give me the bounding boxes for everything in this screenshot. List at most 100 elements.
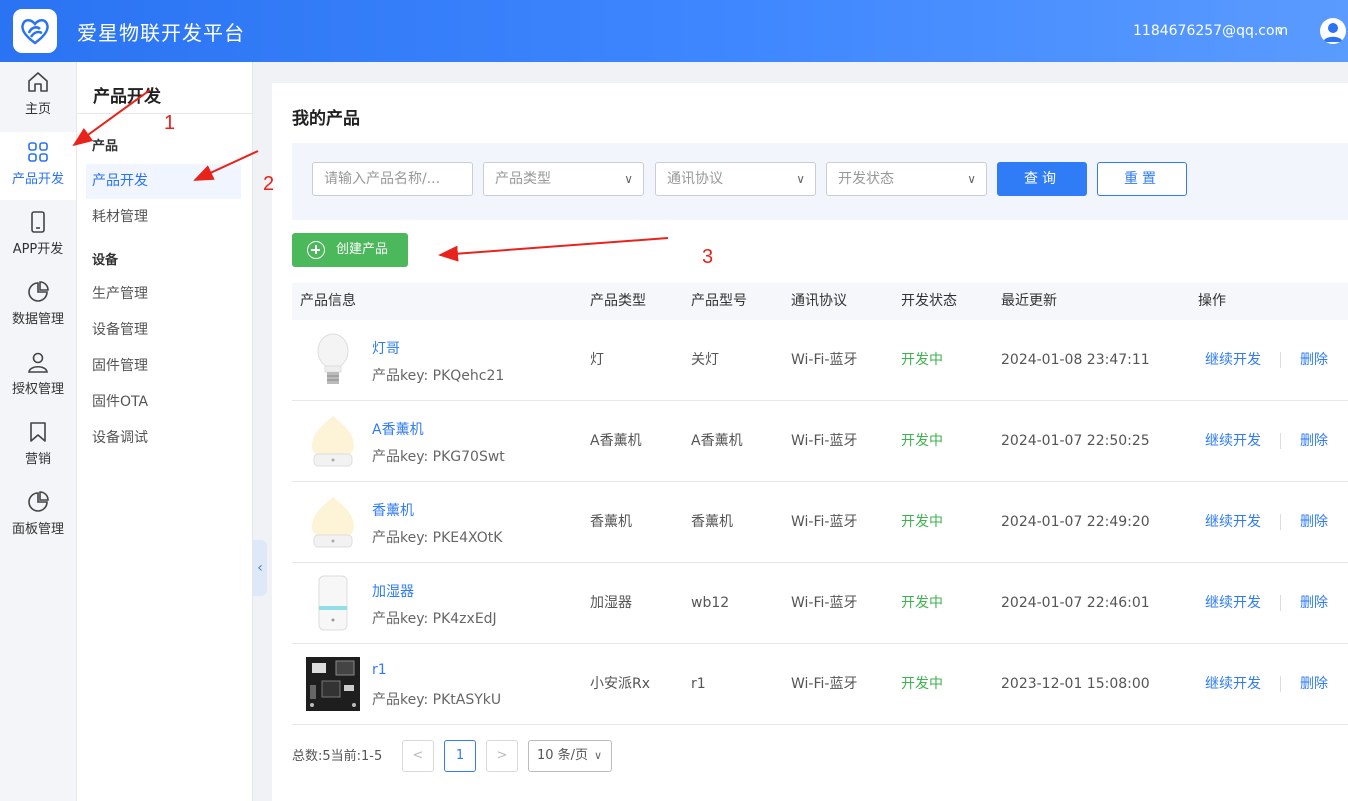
delete-link[interactable]: 删除 bbox=[1300, 482, 1328, 562]
continue-dev-link[interactable]: 继续开发 bbox=[1205, 644, 1261, 724]
product-type: A香薰机 bbox=[590, 433, 642, 449]
subnav-item-product-dev[interactable]: 产品开发 bbox=[86, 164, 241, 199]
continue-dev-link[interactable]: 继续开发 bbox=[1205, 482, 1261, 562]
delete-link[interactable]: 删除 bbox=[1300, 563, 1328, 643]
nav-item-product-dev[interactable]: 产品开发 bbox=[0, 132, 76, 200]
nav-label: 授权管理 bbox=[11, 382, 64, 397]
chevron-down-icon: ∨ bbox=[593, 749, 602, 762]
avatar[interactable] bbox=[1320, 18, 1346, 44]
protocol-select[interactable]: 通讯协议 ∨ bbox=[655, 162, 816, 196]
product-type: 灯 bbox=[590, 352, 604, 368]
subnav-item-consumables[interactable]: 耗材管理 bbox=[86, 200, 241, 235]
product-type-select[interactable]: 产品类型 ∨ bbox=[483, 162, 644, 196]
product-name-link[interactable]: r1 bbox=[372, 662, 387, 678]
col-product-type: 产品类型 bbox=[590, 293, 646, 309]
protocol: Wi-Fi-蓝牙 bbox=[791, 595, 858, 611]
product-key: 产品key: PKQehc21 bbox=[372, 368, 505, 384]
nav-label: 营销 bbox=[24, 452, 51, 467]
app-title: 爱星物联开发平台 bbox=[77, 21, 245, 45]
status-badge: 开发中 bbox=[901, 514, 943, 530]
chevron-down-icon: ∨ bbox=[624, 172, 633, 186]
bookmark-icon bbox=[30, 422, 46, 442]
user-email-menu[interactable]: 1184676257@qq.com bbox=[1133, 23, 1288, 39]
filter-bar: 请输入产品名称/... 产品类型 ∨ 通讯协议 ∨ 开发状态 ∨ 查询 重置 bbox=[292, 143, 1348, 220]
updated-time: 2024-01-08 23:47:11 bbox=[1001, 352, 1150, 368]
plus-circle-icon bbox=[307, 241, 325, 259]
subnav-item-firmware-ota[interactable]: 固件OTA bbox=[86, 385, 241, 420]
updated-time: 2024-01-07 22:49:20 bbox=[1001, 514, 1150, 530]
product-name-link[interactable]: 灯哥 bbox=[372, 338, 400, 358]
status-badge: 开发中 bbox=[901, 352, 943, 368]
delete-link[interactable]: 删除 bbox=[1300, 401, 1328, 481]
divider bbox=[1280, 595, 1281, 611]
protocol: Wi-Fi-蓝牙 bbox=[791, 433, 858, 449]
delete-link[interactable]: 删除 bbox=[1300, 320, 1328, 400]
nav-item-data[interactable]: 数据管理 bbox=[0, 272, 76, 340]
continue-dev-link[interactable]: 继续开发 bbox=[1205, 401, 1261, 481]
annotation-number: 2 bbox=[263, 173, 275, 195]
subnav-item-devices[interactable]: 设备管理 bbox=[86, 313, 241, 348]
chevron-down-icon: ∨ bbox=[796, 172, 805, 186]
divider bbox=[1280, 676, 1281, 692]
next-page-button[interactable]: > bbox=[486, 740, 518, 772]
dev-status-select[interactable]: 开发状态 ∨ bbox=[826, 162, 987, 196]
table-row: 香薰机 产品key: PKE4XOtK 香薰机 香薰机 Wi-Fi-蓝牙 开发中… bbox=[292, 482, 1348, 563]
humidifier-image bbox=[318, 575, 348, 631]
product-name-link[interactable]: A香薰机 bbox=[372, 419, 424, 439]
col-actions: 操作 bbox=[1198, 293, 1226, 309]
product-model: A香薰机 bbox=[691, 433, 743, 449]
col-product-info: 产品信息 bbox=[300, 293, 356, 309]
reset-button[interactable]: 重置 bbox=[1097, 162, 1187, 196]
pie-chart-icon bbox=[28, 281, 49, 302]
heart-logo-icon bbox=[21, 19, 49, 45]
diffuser-image bbox=[312, 416, 354, 467]
table-row: r1 产品key: PKtASYkU 小安派Rx r1 Wi-Fi-蓝牙 开发中… bbox=[292, 644, 1348, 725]
annotation-number: 1 bbox=[164, 112, 176, 134]
product-type: 小安派Rx bbox=[590, 676, 651, 692]
home-icon bbox=[28, 72, 48, 92]
main-card: 我的产品 请输入产品名称/... 产品类型 ∨ 通讯协议 ∨ 开发状态 ∨ 查询… bbox=[272, 83, 1348, 801]
phone-icon bbox=[31, 211, 45, 233]
diffuser-image bbox=[312, 497, 354, 548]
nav-item-marketing[interactable]: 营销 bbox=[0, 412, 76, 480]
query-button[interactable]: 查询 bbox=[997, 162, 1087, 196]
product-name-input[interactable]: 请输入产品名称/... bbox=[312, 162, 473, 196]
product-name-link[interactable]: 加湿器 bbox=[372, 581, 414, 601]
nav-label: 面板管理 bbox=[11, 522, 64, 537]
circuit-board-image bbox=[306, 657, 360, 711]
subnav-group-product: 产品 bbox=[92, 139, 119, 154]
product-key: 产品key: PKG70Swt bbox=[372, 449, 505, 465]
page-1-button[interactable]: 1 bbox=[444, 740, 476, 772]
chevron-down-icon[interactable]: ∨ bbox=[1276, 24, 1284, 37]
page-title: 我的产品 bbox=[292, 109, 360, 129]
product-key: 产品key: PKtASYkU bbox=[372, 692, 502, 708]
table-row: A香薰机 产品key: PKG70Swt A香薰机 A香薰机 Wi-Fi-蓝牙 … bbox=[292, 401, 1348, 482]
continue-dev-link[interactable]: 继续开发 bbox=[1205, 563, 1261, 643]
pagination-total: 总数:5当前:1-5 bbox=[292, 749, 383, 764]
create-product-button[interactable]: 创建产品 bbox=[292, 233, 408, 267]
nav-item-auth[interactable]: 授权管理 bbox=[0, 342, 76, 410]
updated-time: 2023-12-01 15:08:00 bbox=[1001, 676, 1150, 692]
col-updated: 最近更新 bbox=[1001, 293, 1057, 309]
nav-item-home[interactable]: 主页 bbox=[0, 62, 76, 130]
subnav-item-firmware[interactable]: 固件管理 bbox=[86, 349, 241, 384]
product-name-link[interactable]: 香薰机 bbox=[372, 500, 414, 520]
product-type: 加湿器 bbox=[590, 595, 632, 611]
subnav-item-debug[interactable]: 设备调试 bbox=[86, 421, 241, 456]
app-logo[interactable] bbox=[13, 9, 57, 53]
subnav-group-device: 设备 bbox=[92, 253, 119, 268]
product-model: wb12 bbox=[691, 595, 730, 611]
subnav-item-production[interactable]: 生产管理 bbox=[86, 277, 241, 312]
nav-item-panel[interactable]: 面板管理 bbox=[0, 482, 76, 550]
collapse-sidebar-button[interactable]: ‹ bbox=[253, 540, 267, 596]
col-product-model: 产品型号 bbox=[691, 293, 747, 309]
continue-dev-link[interactable]: 继续开发 bbox=[1205, 320, 1261, 400]
page-size-select[interactable]: 10 条/页 ∨ bbox=[528, 740, 612, 772]
divider bbox=[1280, 433, 1281, 449]
nav-item-app-dev[interactable]: APP开发 bbox=[0, 202, 76, 270]
status-badge: 开发中 bbox=[901, 433, 943, 449]
prev-page-button[interactable]: < bbox=[402, 740, 434, 772]
delete-link[interactable]: 删除 bbox=[1300, 644, 1328, 724]
table-row: 加湿器 产品key: PK4zxEdJ 加湿器 wb12 Wi-Fi-蓝牙 开发… bbox=[292, 563, 1348, 644]
nav-label: APP开发 bbox=[12, 242, 64, 257]
